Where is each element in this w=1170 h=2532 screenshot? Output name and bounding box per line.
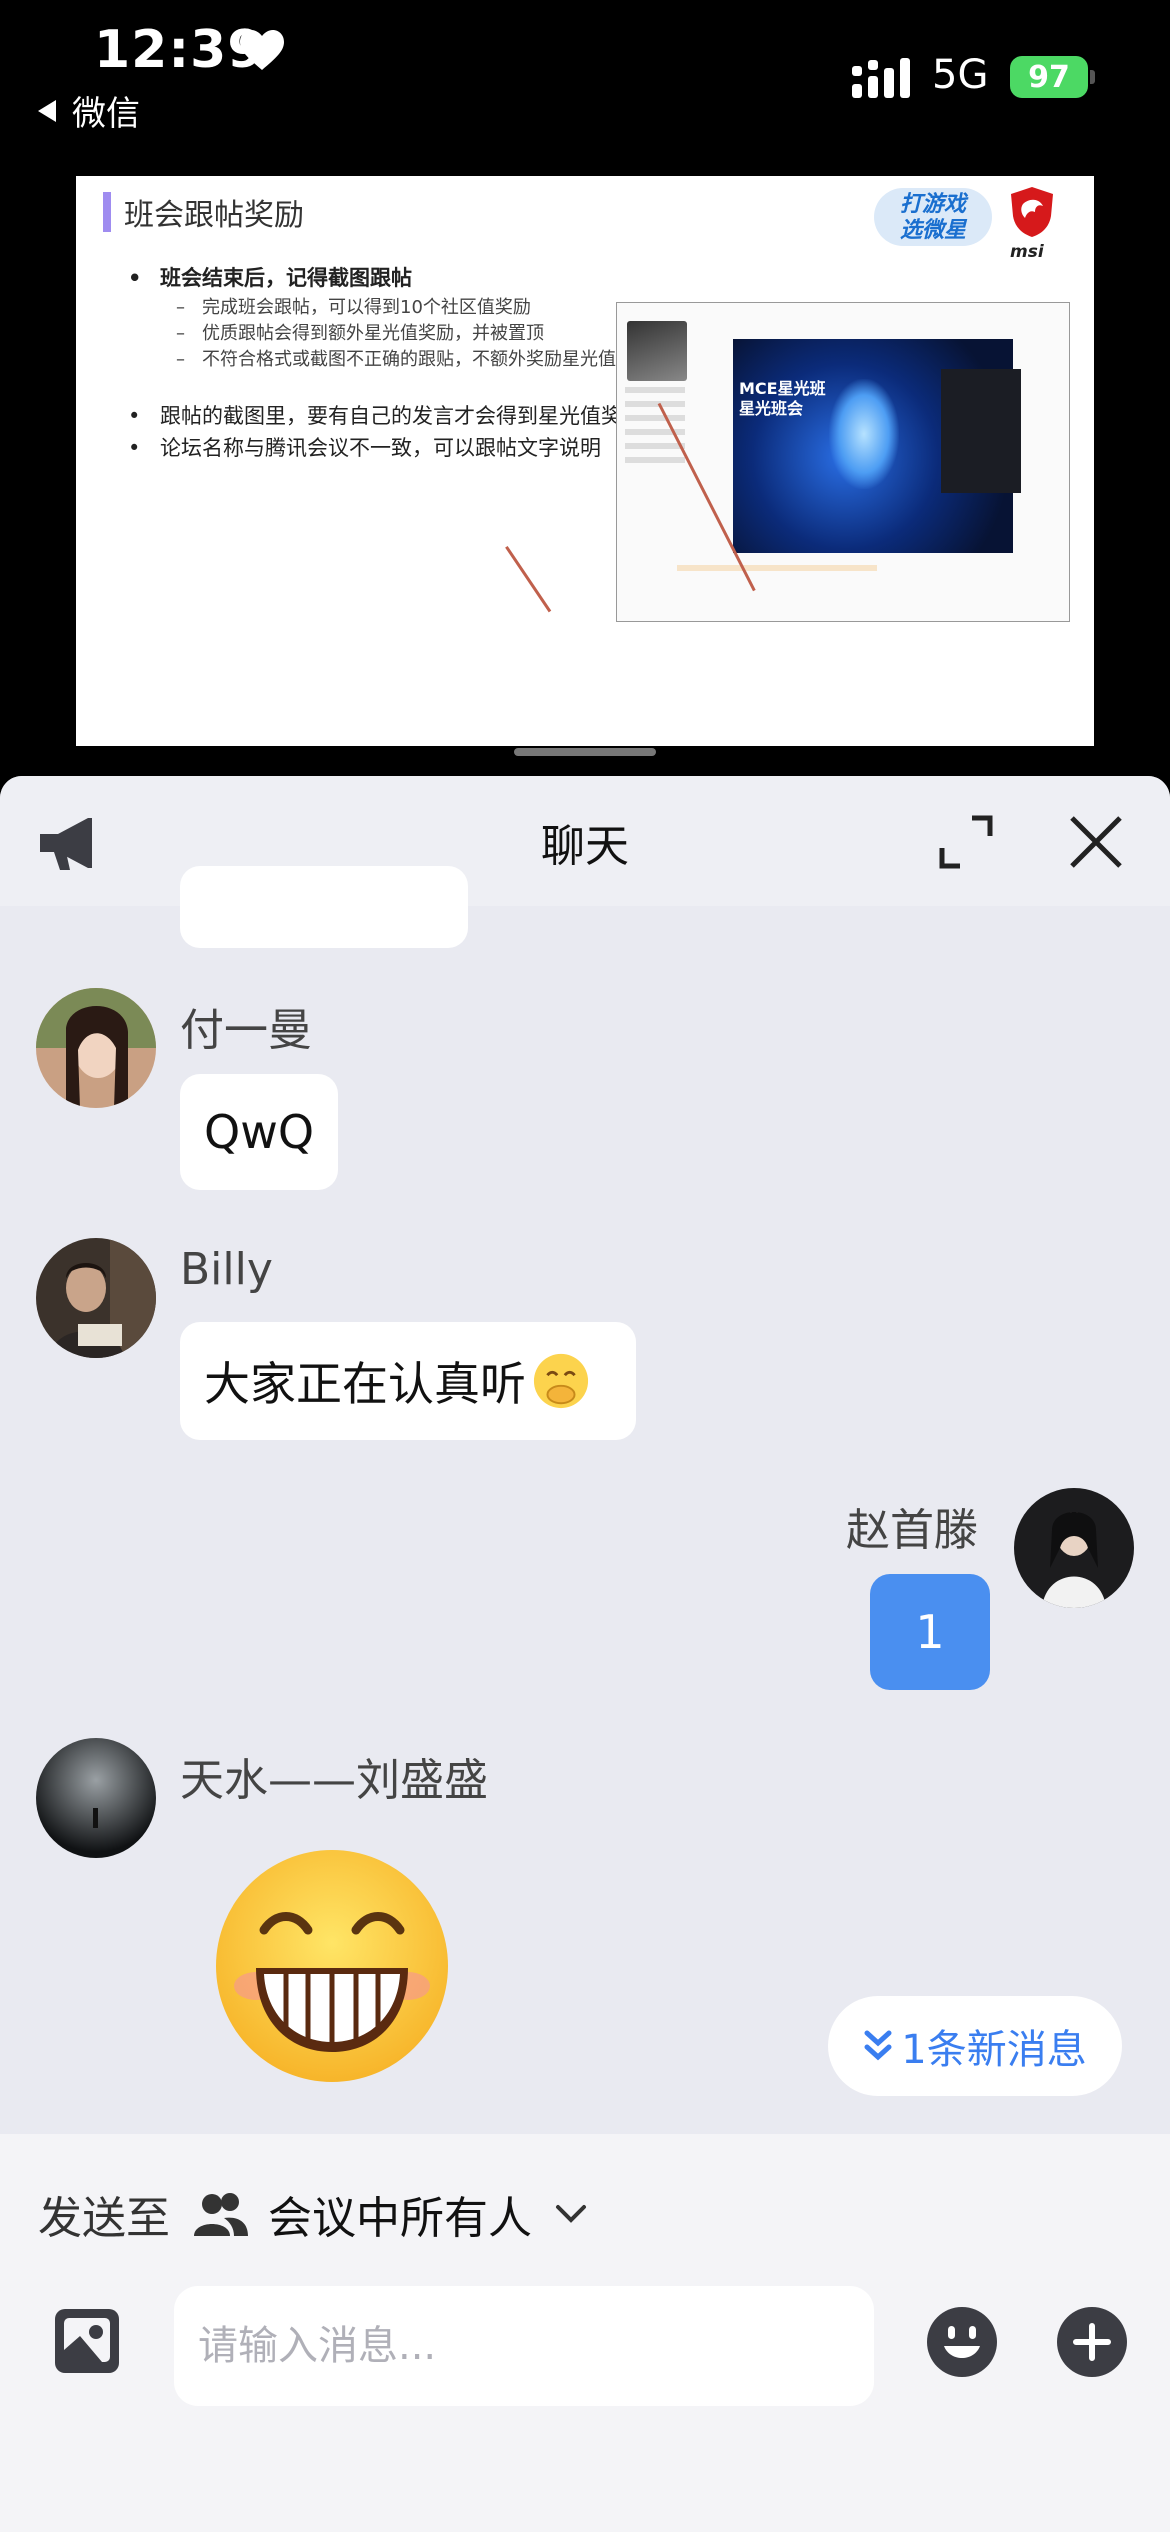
slide-logo: 打游戏 选微星 msi	[874, 186, 1084, 266]
avatar-image	[36, 1738, 156, 1858]
message-text: 1	[915, 1605, 945, 1659]
people-icon	[194, 2193, 248, 2236]
expand-icon[interactable]	[936, 812, 996, 872]
avatar[interactable]	[36, 1738, 156, 1858]
shared-screen-slide: 班会跟帖奖励 打游戏 选微星 msi 班会结束后，记得截图跟帖 完成班会跟帖，可…	[76, 176, 1094, 746]
forum-reply-bar	[677, 565, 877, 571]
sender-name: 赵首滕	[846, 1505, 978, 1556]
slide-sub-bullet: 完成班会跟帖，可以得到10个社区值奖励	[118, 296, 678, 320]
avatar-image	[36, 988, 156, 1108]
forum-video-thumbnail: MCE星光班 星光班会	[733, 339, 1021, 553]
previous-message-bubble	[180, 866, 468, 948]
cellular-signal-icon	[852, 58, 910, 98]
avatar[interactable]	[36, 1238, 156, 1358]
message-text: 大家正在认真听	[204, 1357, 526, 1411]
meeting-chat-panel	[941, 369, 1021, 493]
network-type: 5G	[932, 52, 989, 98]
chevron-down-icon	[556, 2205, 586, 2223]
back-app-label: 微信	[72, 94, 140, 134]
avatar[interactable]	[36, 988, 156, 1108]
send-to-selector[interactable]: 发送至 会议中所有人	[38, 2182, 588, 2246]
slide-title-accent	[103, 192, 111, 232]
message-text: QwQ	[204, 1105, 315, 1159]
battery-tip	[1090, 70, 1095, 84]
heart-icon	[240, 30, 284, 70]
new-messages-label: 1条新消息	[901, 2027, 1087, 2073]
avatar[interactable]	[1014, 1488, 1134, 1608]
new-messages-button[interactable]: 1条新消息	[828, 1996, 1122, 2096]
plus-icon[interactable]	[1056, 2306, 1128, 2378]
sender-name: 付一曼	[180, 1005, 312, 1056]
forum-avatar-image	[627, 321, 687, 381]
message-bubble[interactable]: QwQ	[180, 1074, 339, 1190]
slide-sub-bullet: 优质跟帖会得到额外星光值奖励，并被置顶	[118, 322, 678, 346]
emoji-icon[interactable]	[926, 2306, 998, 2378]
composer: 发送至 会议中所有人	[0, 2134, 1170, 2532]
slide-bullet-list: 班会结束后，记得截图跟帖 完成班会跟帖，可以得到10个社区值奖励 优质跟帖会得到…	[118, 264, 678, 466]
slide-forum-screenshot: MCE星光班 星光班会	[616, 302, 1070, 622]
logo-brand: msi	[1010, 242, 1044, 262]
message-bubble[interactable]: 1	[870, 1574, 990, 1690]
logo-game-badge: 打游戏 选微星	[874, 188, 992, 246]
slide-title: 班会跟帖奖励	[124, 198, 304, 233]
message-bubble[interactable]: 大家正在认真听	[180, 1322, 636, 1440]
message-input[interactable]	[174, 2286, 874, 2406]
face-with-hand-over-mouth-icon	[533, 1353, 589, 1409]
msi-dragon-shield-icon	[1011, 187, 1053, 237]
slide-bullet: 班会结束后，记得截图跟帖	[118, 264, 678, 292]
sender-name: Billy	[180, 1244, 273, 1295]
ai-head-graphic	[829, 379, 899, 489]
back-arrow-icon	[38, 99, 56, 122]
slide-bullet: 论坛名称与腾讯会议不一致，可以跟帖文字说明	[118, 434, 678, 462]
double-chevron-down-icon	[864, 2030, 892, 2061]
split-drag-handle[interactable]	[514, 748, 656, 756]
status-bar: 12:39 微信 5G 97	[0, 0, 1170, 160]
sender-name: 天水——刘盛盛	[180, 1755, 488, 1806]
send-to-target: 会议中所有人	[268, 2193, 532, 2244]
grinning-face-icon[interactable]	[212, 1846, 452, 2086]
battery-icon: 97	[1010, 56, 1088, 98]
avatar-image	[36, 1238, 156, 1358]
back-to-wechat[interactable]: 微信	[38, 86, 140, 135]
send-to-label: 发送至	[38, 2193, 170, 2244]
battery-level: 97	[1028, 59, 1070, 95]
logo-text-top: 打游戏	[899, 192, 966, 217]
slide-sub-bullet: 不符合格式或截图不正确的跟贴，不额外奖励星光值	[118, 348, 678, 372]
video-title-text: MCE星光班 星光班会	[739, 379, 826, 418]
image-picker-icon[interactable]	[52, 2306, 122, 2376]
avatar-image	[1014, 1488, 1134, 1608]
logo-text-bottom: 选微星	[899, 218, 966, 243]
slide-bullet: 跟帖的截图里，要有自己的发言才会得到星光值奖励噢	[118, 402, 678, 430]
chat-header: 聊天	[0, 776, 1170, 906]
close-icon[interactable]	[1066, 812, 1126, 872]
annotation-arrow	[505, 545, 552, 613]
